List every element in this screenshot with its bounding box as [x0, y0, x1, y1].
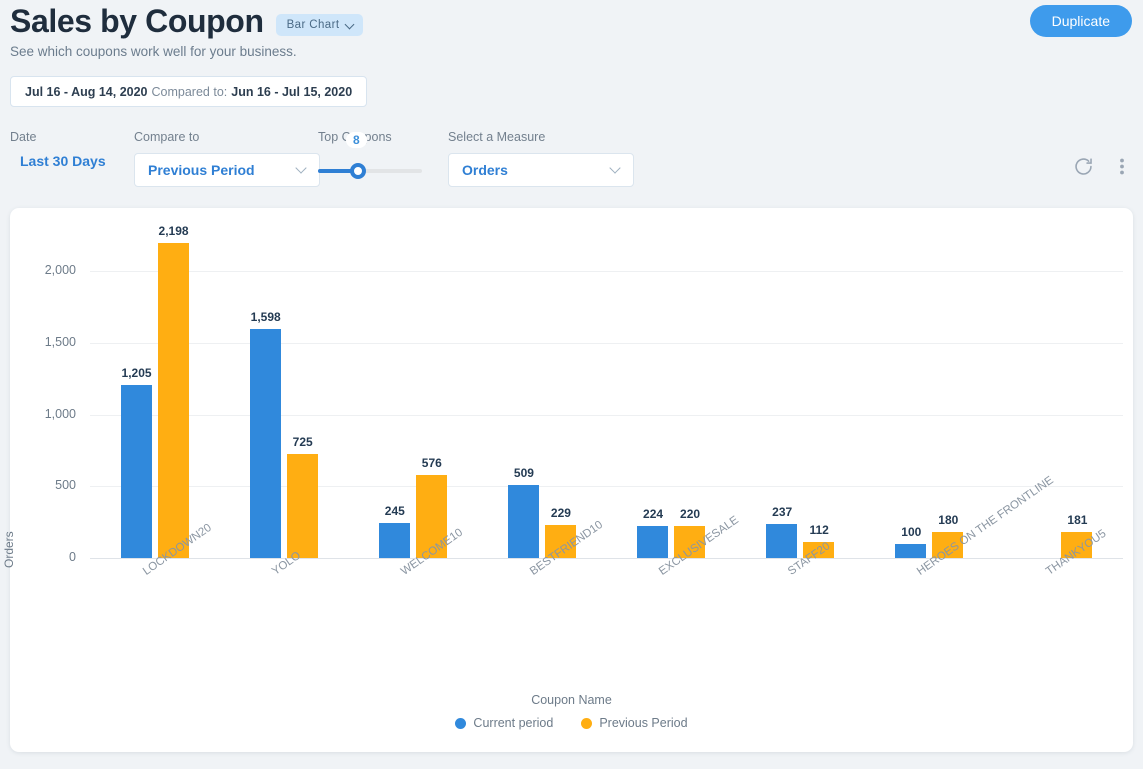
bar-value-label: 181	[1067, 513, 1088, 528]
chart-card: Orders 0 500 1,000 1,500 2,000 1,205 2,198 1,5…	[2, 208, 1133, 752]
bar-value-label: 112	[809, 522, 829, 537]
bar-value-label: 180	[938, 513, 959, 528]
page-subtitle: See which coupons work well for your bus…	[10, 44, 297, 59]
bar-value-label: 229	[550, 506, 571, 521]
legend-color-dot	[455, 717, 467, 729]
title-row: Sales by Coupon Bar Chart	[10, 2, 364, 40]
control-date: Date Last 30 Days	[10, 130, 106, 169]
control-measure: Select a Measure Orders	[448, 130, 634, 187]
bar-value-label: 1,598	[250, 309, 281, 324]
chart-type-label: Bar Chart	[286, 18, 340, 31]
bar-current[interactable]	[895, 543, 927, 558]
y-axis-tick: 1,000	[44, 406, 76, 421]
bar-group: 224 220	[637, 228, 706, 558]
legend-color-dot	[581, 717, 593, 729]
date-range-compare-text: Compared to:	[151, 84, 228, 99]
date-label: Date	[10, 130, 37, 144]
chart-type-selector[interactable]: Bar Chart	[275, 13, 364, 36]
bar-current[interactable]	[637, 525, 669, 558]
bar-group: 245 576	[378, 228, 447, 558]
legend-item[interactable]: Previous Period	[581, 716, 688, 730]
legend-label: Current period	[473, 716, 554, 730]
control-top-coupons: Top Coupons 8	[318, 130, 422, 187]
bar-value-label: 576	[421, 456, 442, 471]
top-coupons-label: Top Coupons	[318, 130, 392, 144]
duplicate-button[interactable]: Duplicate	[1029, 5, 1132, 37]
y-axis-tick: 2,000	[44, 263, 76, 278]
bar-group: 237 112	[766, 228, 835, 558]
bar-value-label: 509	[513, 465, 534, 480]
top-coupons-value: 8	[346, 132, 367, 148]
y-axis-tick: 0	[69, 550, 76, 564]
date-value[interactable]: Last 30 Days	[10, 153, 106, 169]
legend-item[interactable]: Current period	[455, 716, 553, 730]
bar-group: 1,205 2,198	[120, 224, 189, 558]
bar-current[interactable]	[507, 484, 539, 558]
bar-current[interactable]	[378, 522, 410, 558]
measure-value: Orders	[462, 162, 508, 178]
report-page: Sales by Coupon Bar Chart See which coup…	[0, 0, 1143, 769]
bar-current[interactable]	[120, 385, 152, 558]
slider-thumb[interactable]	[350, 163, 366, 179]
chart-legend: Current period Previous Period	[10, 716, 1133, 730]
date-range-current: Jul 16 - Aug 14, 2020	[25, 84, 148, 99]
measure-label: Select a Measure	[448, 130, 546, 144]
bar-group: 1,598 725	[249, 228, 318, 558]
x-axis-line	[90, 558, 1123, 559]
more-vertical-icon[interactable]	[1113, 156, 1131, 182]
bar-previous[interactable]	[286, 453, 318, 558]
legend-label: Previous Period	[599, 716, 688, 730]
y-axis-tick: 500	[55, 478, 76, 493]
bar-group: 100 180	[895, 228, 964, 558]
controls-bar: Date Last 30 Days Compare to Previous Pe…	[0, 126, 1143, 190]
page-header: Sales by Coupon Bar Chart See which coup…	[0, 0, 1143, 70]
bar-value-label: 725	[292, 434, 313, 449]
x-axis-title: Coupon Name	[531, 693, 612, 707]
date-range-compare: Jun 16 - Jul 15, 2020	[231, 84, 353, 99]
compare-to-select[interactable]: Previous Period	[134, 153, 320, 187]
compare-to-label: Compare to	[134, 130, 200, 144]
compare-to-value: Previous Period	[148, 162, 255, 178]
bar-chart: Orders 0 500 1,000 1,500 2,000 1,205 2,198 1,5…	[2, 208, 1133, 752]
top-coupons-slider[interactable]: 8	[318, 132, 422, 187]
chevron-down-icon	[611, 165, 621, 175]
bar-group: 509 229	[507, 228, 576, 558]
measure-select[interactable]: Orders	[448, 153, 634, 187]
bar-value-label: 220	[680, 507, 701, 522]
bar-value-label: 2,198	[158, 223, 189, 238]
y-axis-tick: 1,500	[44, 334, 76, 349]
bar-value-label: 237	[772, 505, 793, 519]
page-title: Sales by Coupon	[10, 3, 264, 39]
chevron-down-icon	[346, 21, 354, 29]
bars-layer: 1,205 2,198 1,598 725 245 576 509 229 224 220 237 1…	[90, 224, 1123, 558]
refresh-icon[interactable]	[1073, 156, 1094, 182]
date-range-summary[interactable]: Jul 16 - Aug 14, 2020 Compared to: Jun 1…	[10, 76, 368, 107]
chevron-down-icon	[297, 165, 307, 175]
control-compare-to: Compare to Previous Period	[134, 130, 320, 187]
bar-previous[interactable]	[157, 242, 189, 558]
bar-group: 181	[1024, 228, 1093, 558]
